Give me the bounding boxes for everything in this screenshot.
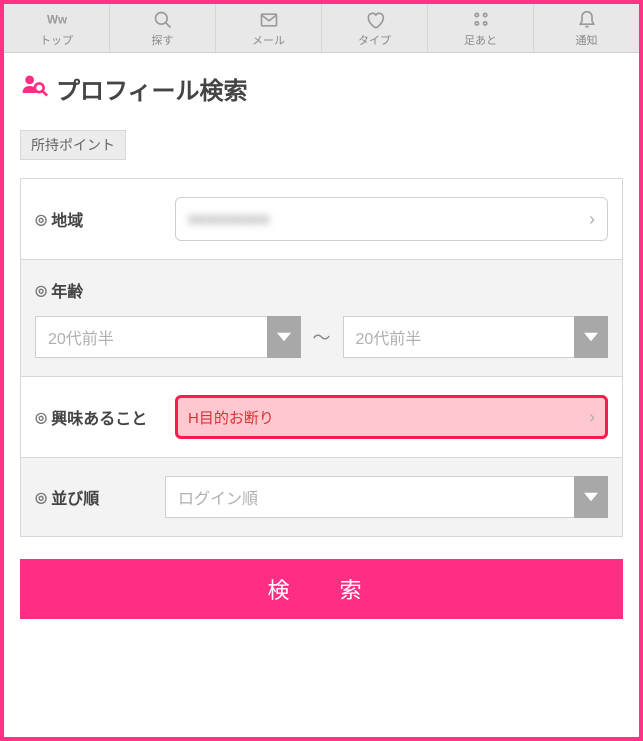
region-label: 地域 xyxy=(35,207,175,231)
age-selects: 20代前半 〜 20代前半 xyxy=(35,316,608,358)
logo-icon: Ww xyxy=(47,10,67,30)
interest-field[interactable]: H目的お断り › xyxy=(175,395,608,439)
sort-select[interactable]: ログイン順 xyxy=(165,476,608,518)
bell-icon xyxy=(577,10,597,30)
nav-label: トップ xyxy=(40,32,73,48)
search-form: 地域 ■■■■■■■■■ › 年齢 20代前半 〜 20代前半 興味ある xyxy=(20,178,623,537)
sort-value: ログイン順 xyxy=(165,476,608,518)
points-badge[interactable]: 所持ポイント xyxy=(20,130,126,160)
nav-label: 探す xyxy=(152,32,174,48)
age-from-value: 20代前半 xyxy=(35,316,301,358)
top-nav: Ww トップ 探す メール タイプ 足あと xyxy=(4,4,639,53)
interest-row: 興味あること H目的お断り › xyxy=(21,377,622,458)
heart-icon xyxy=(365,10,385,30)
age-to-select[interactable]: 20代前半 xyxy=(343,316,609,358)
nav-mail[interactable]: メール xyxy=(216,4,322,52)
footprint-icon xyxy=(471,10,491,30)
nav-search[interactable]: 探す xyxy=(110,4,216,52)
nav-notify[interactable]: 通知 xyxy=(534,4,639,52)
profile-search-icon xyxy=(20,72,48,105)
chevron-right-icon: › xyxy=(589,407,595,428)
region-value: ■■■■■■■■■ xyxy=(188,211,270,228)
age-label: 年齢 xyxy=(35,278,608,302)
app-frame: Ww トップ 探す メール タイプ 足あと xyxy=(4,4,639,737)
age-separator: 〜 xyxy=(309,324,335,350)
nav-label: 通知 xyxy=(576,32,598,48)
page-header: プロフィール検索 xyxy=(4,53,639,130)
page-title: プロフィール検索 xyxy=(56,71,248,106)
age-from-select[interactable]: 20代前半 xyxy=(35,316,301,358)
chevron-right-icon: › xyxy=(589,209,595,230)
interest-value: H目的お断り xyxy=(188,407,274,428)
region-row: 地域 ■■■■■■■■■ › xyxy=(21,179,622,260)
nav-top[interactable]: Ww トップ xyxy=(4,4,110,52)
svg-text:Ww: Ww xyxy=(47,13,67,26)
interest-label: 興味あること xyxy=(35,405,175,429)
search-icon xyxy=(153,10,173,30)
nav-label: メール xyxy=(252,32,285,48)
nav-label: 足あと xyxy=(464,32,497,48)
region-field[interactable]: ■■■■■■■■■ › xyxy=(175,197,608,241)
nav-type[interactable]: タイプ xyxy=(322,4,428,52)
caret-down-icon xyxy=(267,316,301,358)
age-to-value: 20代前半 xyxy=(343,316,609,358)
mail-icon xyxy=(259,10,279,30)
nav-footprint[interactable]: 足あと xyxy=(428,4,534,52)
sort-label: 並び順 xyxy=(35,485,165,509)
points-bar: 所持ポイント xyxy=(4,130,639,178)
nav-label: タイプ xyxy=(358,32,391,48)
caret-down-icon xyxy=(574,476,608,518)
sort-row: 並び順 ログイン順 xyxy=(21,458,622,536)
age-row: 年齢 20代前半 〜 20代前半 xyxy=(21,260,622,377)
caret-down-icon xyxy=(574,316,608,358)
search-button[interactable]: 検 索 xyxy=(20,559,623,619)
